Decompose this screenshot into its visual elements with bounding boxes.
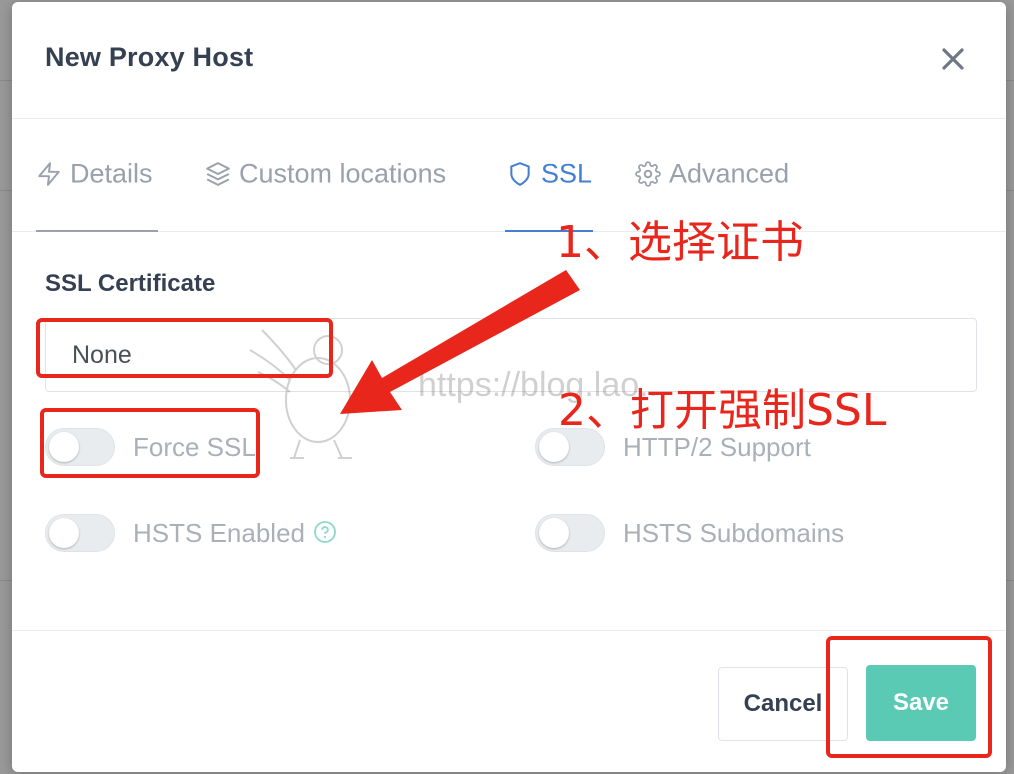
help-circle-icon[interactable] xyxy=(313,520,337,544)
tab-underline xyxy=(36,230,158,232)
close-icon xyxy=(942,48,964,70)
hsts-subdomains-label: HSTS Subdomains xyxy=(623,518,845,548)
hsts-toggle[interactable] xyxy=(45,514,115,552)
hsts-row: HSTS Enabled xyxy=(45,512,485,556)
annotation-step1: 1、选择证书 xyxy=(556,217,804,268)
tab-label: Custom locations xyxy=(239,158,447,189)
ssl-certificate-label: SSL Certificate xyxy=(45,270,216,297)
hsts-subdomains-toggle[interactable] xyxy=(535,514,605,552)
hsts-label-text: HSTS Enabled xyxy=(133,518,305,548)
shield-icon xyxy=(507,161,533,187)
annotation-step2: 2、打开强制SSL xyxy=(558,385,887,436)
hsts-subdomains-row: HSTS Subdomains xyxy=(535,512,975,556)
tab-label: Details xyxy=(70,158,153,189)
layers-icon xyxy=(205,161,231,187)
annotation-highlight-force-ssl xyxy=(40,408,260,478)
toggle-knob xyxy=(49,518,79,548)
tab-custom-locations[interactable]: Custom locations xyxy=(205,157,446,231)
zap-icon xyxy=(36,161,62,187)
hsts-label: HSTS Enabled xyxy=(133,518,337,549)
close-button[interactable] xyxy=(936,42,970,76)
annotation-highlight-certificate xyxy=(36,318,333,378)
modal-title: New Proxy Host xyxy=(45,42,254,72)
tab-details[interactable]: Details xyxy=(36,157,158,232)
tab-label: Advanced xyxy=(669,158,790,189)
gear-icon xyxy=(635,161,661,187)
toggle-knob xyxy=(539,518,569,548)
modal-tabs: Details Custom locations SSL Advanced xyxy=(12,119,1006,232)
modal-header: New Proxy Host xyxy=(12,2,1006,119)
tab-label: SSL xyxy=(541,158,593,189)
annotation-highlight-save xyxy=(826,636,992,758)
